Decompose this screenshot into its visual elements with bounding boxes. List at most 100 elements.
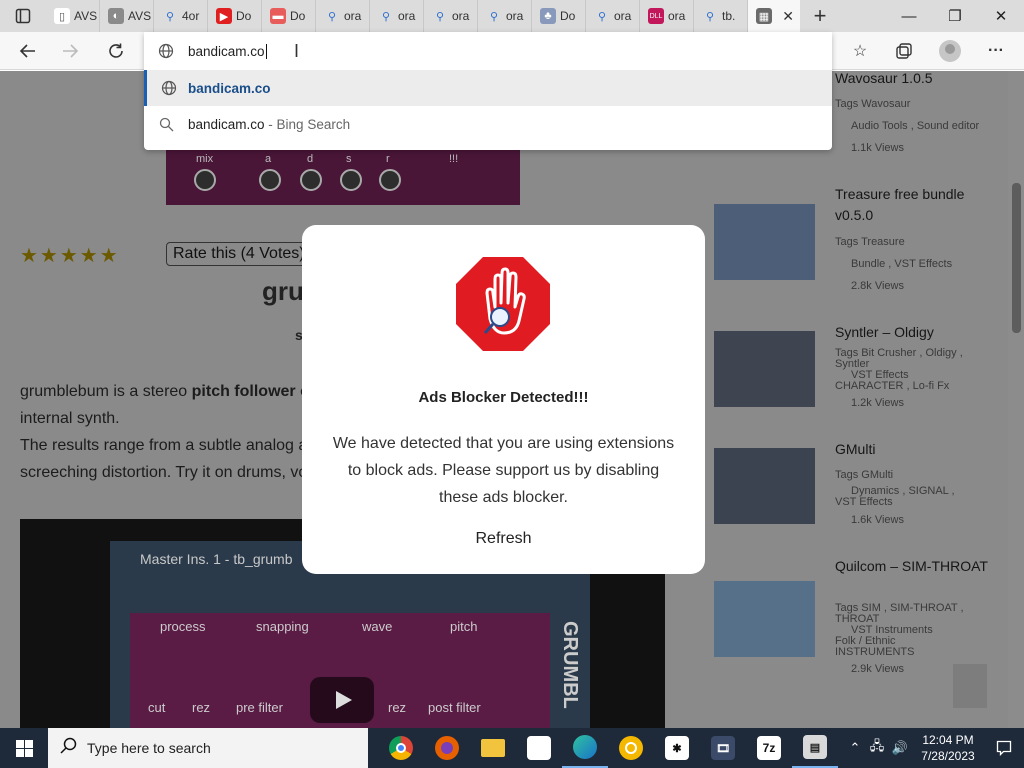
suggestion-bing[interactable]: bandicam.co - Bing Search bbox=[144, 106, 832, 142]
forward-button[interactable] bbox=[56, 37, 84, 65]
post-title[interactable]: Syntler – Oldigy bbox=[835, 322, 995, 343]
post-thumbnail[interactable] bbox=[714, 581, 815, 657]
search-icon: ⚲ bbox=[327, 10, 337, 23]
post-tags[interactable]: Audio Tools , Sound editor bbox=[851, 121, 1008, 132]
volume-icon[interactable]: 🔊 bbox=[888, 740, 912, 756]
store-icon[interactable] bbox=[516, 728, 562, 768]
address-bar[interactable]: bandicam.co I bbox=[144, 33, 832, 69]
post-title[interactable]: Wavosaur 1.0.5 bbox=[835, 71, 995, 89]
taskbar-search[interactable]: Type here to search bbox=[48, 728, 368, 768]
favorites-button[interactable]: ☆ bbox=[846, 37, 874, 65]
media-icon[interactable]: ▤ bbox=[792, 728, 838, 768]
suggestion-bing-suffix: - Bing Search bbox=[264, 116, 351, 132]
tag-link[interactable]: GMulti bbox=[861, 469, 893, 481]
post-title[interactable]: Treasure free bundle v0.5.0 bbox=[835, 184, 995, 226]
plugin-label: pitch bbox=[450, 619, 478, 634]
taskbar: Type here to search ✱ 🎞 7z ▤ ⌃ 🖧 🔊 12:04… bbox=[0, 728, 1024, 768]
scrollbar-thumb[interactable] bbox=[1012, 183, 1021, 333]
document-icon: ▯ bbox=[54, 8, 70, 24]
post-tags[interactable]: CHARACTER , Lo-fi Fx bbox=[835, 381, 995, 392]
tag-link[interactable]: Treasure bbox=[861, 236, 905, 248]
tab-12[interactable]: ⚲ tb. bbox=[694, 0, 748, 32]
firefox-icon[interactable] bbox=[424, 728, 470, 768]
tab-0[interactable]: ▯ AVS bbox=[46, 0, 100, 32]
game-icon[interactable]: ✱ bbox=[654, 728, 700, 768]
tab-6[interactable]: ⚲ ora bbox=[370, 0, 424, 32]
norton-icon[interactable] bbox=[608, 728, 654, 768]
tab-5[interactable]: ⚲ ora bbox=[316, 0, 370, 32]
knob-icon bbox=[194, 169, 216, 191]
suggestion-primary[interactable]: bandicam.co bbox=[144, 70, 832, 106]
page-scrollbar[interactable] bbox=[1008, 71, 1024, 728]
chevron-up-icon[interactable]: ⌃ bbox=[844, 740, 866, 756]
tab-label: ora bbox=[398, 9, 416, 23]
site-favicon-icon: ▦ bbox=[756, 8, 772, 24]
close-tab-icon[interactable]: ✕ bbox=[782, 8, 794, 25]
avs-icon: ◐ bbox=[108, 8, 124, 24]
post-thumbnail[interactable] bbox=[714, 204, 815, 280]
favorites-star-icon: ☆ bbox=[852, 43, 868, 60]
profile-button[interactable] bbox=[936, 37, 964, 65]
tab-1[interactable]: ◐ AVS bbox=[100, 0, 154, 32]
notifications-button[interactable] bbox=[984, 740, 1024, 756]
tab-2[interactable]: ⚲ 4or bbox=[154, 0, 208, 32]
refresh-icon bbox=[109, 43, 123, 58]
post-title[interactable]: Quilcom – SIM-THROAT bbox=[835, 556, 995, 577]
post-tags[interactable]: INSTRUMENTS bbox=[835, 647, 995, 658]
post-title[interactable]: GMulti bbox=[835, 439, 995, 460]
back-to-top-button[interactable] bbox=[953, 664, 987, 708]
rate-button[interactable]: Rate this (4 Votes) bbox=[166, 242, 312, 266]
search-icon: ⚲ bbox=[597, 10, 607, 23]
description-line: The results range from a subtle analog a bbox=[20, 437, 308, 454]
collections-button[interactable] bbox=[890, 37, 918, 65]
edge-icon[interactable] bbox=[562, 728, 608, 768]
tag-link[interactable]: Bit Crusher , Oldigy , bbox=[861, 347, 962, 359]
refresh-button[interactable] bbox=[102, 37, 130, 65]
plugin-label: pre filter bbox=[236, 700, 283, 715]
tab-8[interactable]: ⚲ ora bbox=[478, 0, 532, 32]
tab-7[interactable]: ⚲ ora bbox=[424, 0, 478, 32]
post-views: 2.8k Views bbox=[851, 280, 904, 292]
clock-time: 12:04 PM bbox=[922, 733, 974, 747]
start-button[interactable] bbox=[0, 728, 48, 768]
search-icon: ⚲ bbox=[381, 10, 391, 23]
synth-label: mix bbox=[196, 153, 214, 165]
rating-stars-icon[interactable]: ★★★★★ bbox=[20, 243, 120, 268]
restore-button[interactable]: ❐ bbox=[932, 0, 978, 32]
post-tags[interactable]: VST Effects bbox=[835, 497, 995, 508]
close-window-button[interactable]: ✕ bbox=[978, 0, 1024, 32]
plugin-label: post filter bbox=[428, 700, 481, 715]
modal-title: Ads Blocker Detected!!! bbox=[418, 389, 589, 406]
tag-link[interactable]: Wavosaur bbox=[861, 98, 910, 110]
clock[interactable]: 12:04 PM 7/28/2023 bbox=[912, 732, 984, 764]
minimize-button[interactable]: — bbox=[886, 0, 932, 32]
tab-label: Do bbox=[236, 9, 252, 23]
post-thumbnail[interactable] bbox=[714, 331, 815, 407]
play-button[interactable] bbox=[310, 677, 374, 723]
tab-active[interactable]: ▦ ✕ bbox=[748, 0, 800, 32]
settings-menu-button[interactable]: ··· bbox=[982, 37, 1010, 65]
address-text[interactable]: bandicam.co bbox=[188, 44, 265, 59]
chrome-icon[interactable] bbox=[378, 728, 424, 768]
video-editor-icon[interactable]: 🎞 bbox=[700, 728, 746, 768]
suggestion-primary-text: bandicam.co bbox=[188, 80, 271, 96]
network-icon[interactable]: 🖧 bbox=[866, 737, 888, 759]
tab-3[interactable]: ▶ Do bbox=[208, 0, 262, 32]
post-tags[interactable]: Bundle , VST Effects bbox=[851, 259, 1008, 270]
file-explorer-icon[interactable] bbox=[470, 728, 516, 768]
7zip-icon[interactable]: 7z bbox=[746, 728, 792, 768]
knob-icon bbox=[300, 169, 322, 191]
tab-4[interactable]: ▬ Do bbox=[262, 0, 316, 32]
tab-9[interactable]: ♣ Do bbox=[532, 0, 586, 32]
search-icon bbox=[144, 117, 188, 132]
tab-11[interactable]: DLL ora bbox=[640, 0, 694, 32]
tab-actions-button[interactable] bbox=[0, 0, 46, 32]
back-button[interactable] bbox=[14, 37, 42, 65]
page-title: gru bbox=[262, 276, 304, 306]
refresh-page-button[interactable]: Refresh bbox=[452, 527, 555, 551]
tab-label: AVS bbox=[128, 9, 152, 23]
new-tab-button[interactable]: + bbox=[800, 3, 840, 29]
tab-label: AVS bbox=[74, 9, 98, 23]
post-thumbnail[interactable] bbox=[714, 448, 815, 524]
tab-10[interactable]: ⚲ ora bbox=[586, 0, 640, 32]
